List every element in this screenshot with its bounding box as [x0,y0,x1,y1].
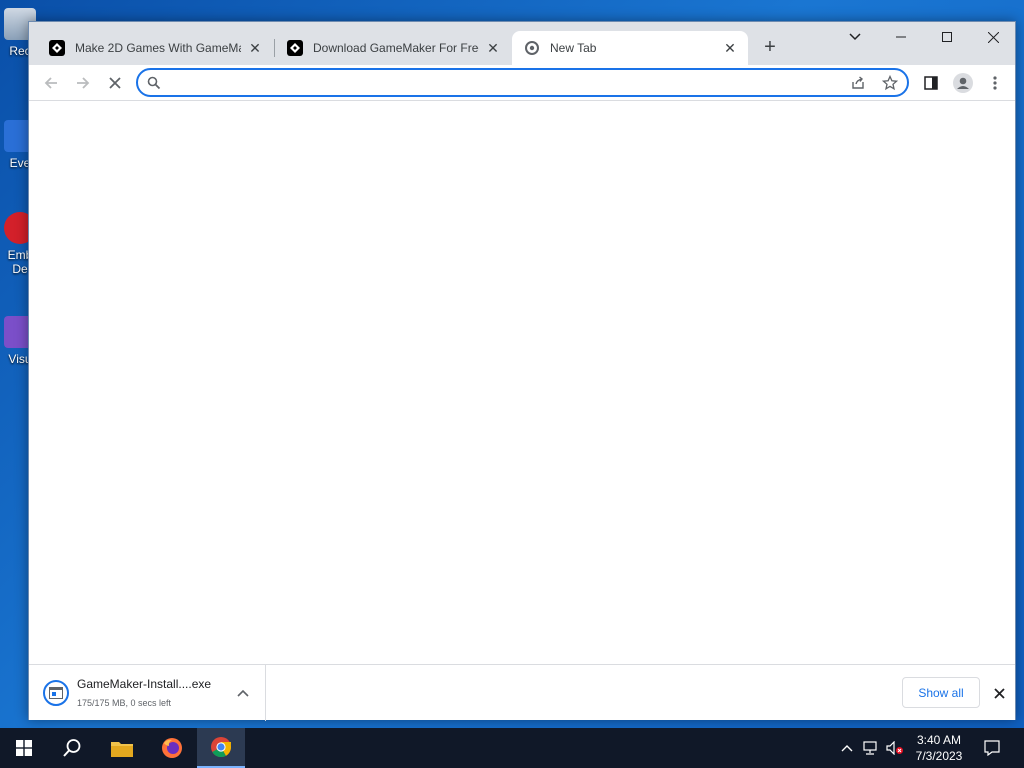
side-panel-icon [924,76,938,90]
action-center-button[interactable] [978,728,1006,768]
start-button[interactable] [0,728,48,768]
file-explorer-button[interactable] [98,728,146,768]
close-window-button[interactable] [970,22,1016,52]
exe-file-icon [43,680,69,706]
firefox-icon [162,738,182,758]
minimize-icon [896,36,906,38]
download-item[interactable]: GameMaker-Install....exe 175/175 MB, 0 s… [29,665,266,721]
show-all-button[interactable]: Show all [902,677,980,708]
address-bar[interactable] [136,68,909,97]
stop-loading-button[interactable] [101,69,129,97]
menu-button[interactable] [981,69,1009,97]
search-icon [63,739,81,757]
volume-button[interactable] [885,728,905,768]
tab-download-gamemaker[interactable]: Download GameMaker For Free ✕ [275,31,511,65]
page-content [29,101,1015,664]
close-icon[interactable]: ✕ [247,40,263,56]
maximize-icon [942,32,952,42]
maximize-button[interactable] [924,22,970,52]
windows-logo-icon [16,740,32,756]
profile-button[interactable] [949,69,977,97]
minimize-button[interactable] [878,22,924,52]
back-button[interactable] [37,69,65,97]
network-status-button[interactable] [861,728,881,768]
chrome-icon [211,737,232,758]
chrome-taskbar-button[interactable] [197,728,245,768]
share-icon[interactable] [848,73,868,93]
forward-button[interactable] [69,69,97,97]
chrome-loading-icon [524,40,540,56]
tab-title: Download GameMaker For Free [313,41,479,55]
download-status: 175/175 MB, 0 secs left [77,698,172,708]
download-filename: GameMaker-Install....exe [77,677,212,691]
taskbar-clock[interactable]: 3:40 AM 7/3/2023 [908,732,970,764]
chevron-up-icon[interactable] [233,683,253,703]
show-hidden-icons-button[interactable] [838,728,856,768]
avatar-icon [953,73,973,93]
arrow-left-icon [44,77,57,89]
tab-strip: Make 2D Games With GameMaker ✕ Download … [29,22,1015,65]
kebab-menu-icon [993,76,997,90]
taskbar: 3:40 AM 7/3/2023 [0,728,1024,768]
search-icon [144,73,164,93]
address-input[interactable] [168,73,828,92]
close-icon[interactable]: ✕ [485,40,501,56]
chevron-down-icon [849,33,861,41]
browser-window: Make 2D Games With GameMaker ✕ Download … [28,21,1016,721]
tab-new-tab[interactable]: New Tab ✕ [512,31,748,65]
close-download-bar-button[interactable] [989,683,1009,703]
firefox-button[interactable] [148,728,196,768]
tab-make-2d-games[interactable]: Make 2D Games With GameMaker ✕ [37,31,273,65]
speaker-muted-icon [886,741,903,755]
close-icon [993,687,1005,699]
chevron-up-icon [841,745,853,752]
clock-time: 3:40 AM [916,733,962,747]
close-icon [987,31,999,43]
side-panel-button[interactable] [917,69,945,97]
bookmark-star-icon[interactable] [880,73,900,93]
browser-toolbar [29,65,1015,101]
arrow-right-icon [77,77,90,89]
new-tab-button[interactable]: + [759,36,781,58]
close-icon [109,77,121,89]
tab-title: New Tab [550,41,597,55]
tab-title: Make 2D Games With GameMaker [75,41,241,55]
folder-icon [111,742,133,757]
taskbar-search-button[interactable] [48,728,96,768]
close-icon[interactable]: ✕ [722,40,738,56]
gamemaker-icon [287,40,303,56]
clock-date: 7/3/2023 [915,749,963,763]
gamemaker-icon [49,40,65,56]
network-icon [863,741,877,755]
download-bar: GameMaker-Install....exe 175/175 MB, 0 s… [29,664,1015,721]
notification-icon [984,740,1000,756]
tab-search-button[interactable] [832,22,878,52]
